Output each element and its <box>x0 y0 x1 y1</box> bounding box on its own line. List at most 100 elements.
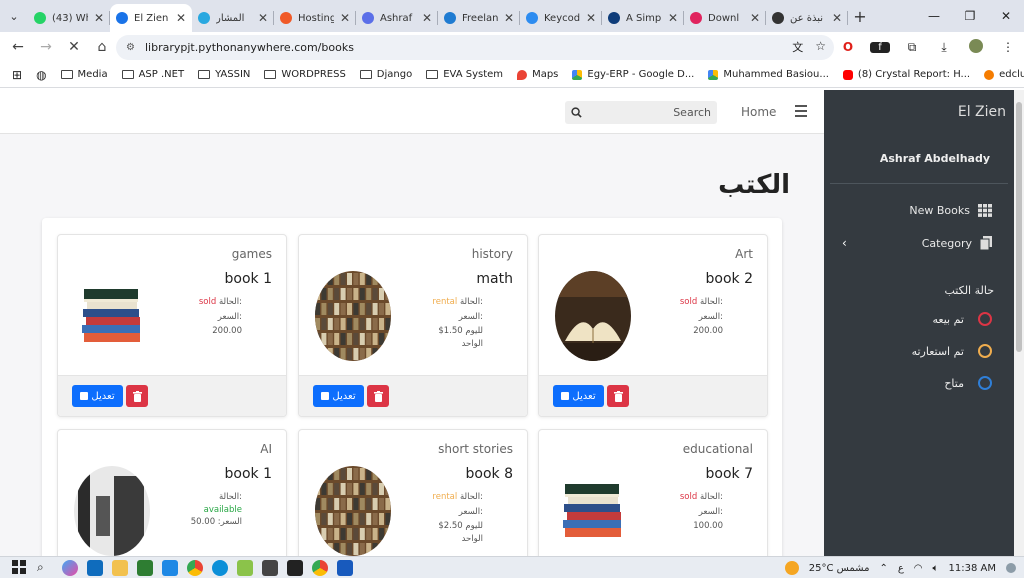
weather-text[interactable]: 25°C مشمس <box>809 563 870 574</box>
word-icon[interactable] <box>337 559 353 576</box>
sidebar-brand[interactable]: El Zien <box>958 104 1006 120</box>
browser-tab[interactable]: Keycod ✕ <box>520 4 602 32</box>
delete-button[interactable] <box>607 385 629 407</box>
site-info-icon[interactable]: ⚙ <box>126 42 135 53</box>
chrome-icon[interactable] <box>187 559 203 576</box>
copilot-icon[interactable] <box>62 559 78 576</box>
hamburger-menu-icon[interactable] <box>795 105 807 120</box>
bookmark-item[interactable]: Maps <box>517 69 558 80</box>
browser-tab[interactable]: المشار ✕ <box>192 4 274 32</box>
bookmark-item[interactable]: ASP .NET <box>121 69 184 80</box>
volume-icon[interactable]: 🔈︎ <box>933 563 939 574</box>
tab-search-icon[interactable]: ⌄ <box>0 4 28 28</box>
bookmark-star-icon[interactable]: ☆ <box>815 39 826 55</box>
close-tab-icon[interactable]: ✕ <box>750 11 760 25</box>
bookmark-label: Maps <box>532 69 559 80</box>
book-title[interactable]: book 8 <box>466 466 513 482</box>
edit-label: تعديل <box>332 390 356 402</box>
app-icon[interactable] <box>137 559 153 576</box>
notification-icon[interactable] <box>1006 563 1016 573</box>
close-tab-icon[interactable]: ✕ <box>340 11 350 25</box>
vscode-icon[interactable] <box>162 559 178 576</box>
delete-button[interactable] <box>367 385 389 407</box>
terminal-icon[interactable] <box>287 559 303 576</box>
translate-icon[interactable]: 文 <box>792 39 803 55</box>
browser-tab[interactable]: Freelan ✕ <box>438 4 520 32</box>
bookmark-item[interactable]: EVA System <box>426 69 503 80</box>
network-icon[interactable]: ◠ <box>914 563 923 574</box>
stop-loading-icon[interactable]: ✕ <box>60 33 88 61</box>
sidebar-item-category[interactable]: Category <box>922 236 992 250</box>
language-indicator[interactable]: ع <box>898 563 904 574</box>
opera-extension-icon[interactable]: O <box>838 40 858 54</box>
close-tab-icon[interactable]: ✕ <box>504 11 514 25</box>
close-tab-icon[interactable]: ✕ <box>176 11 186 25</box>
home-link[interactable]: Home <box>741 105 776 119</box>
browser-tab[interactable]: نبذة عن ✕ <box>766 4 848 32</box>
edit-button[interactable]: تعديل <box>313 385 364 407</box>
book-title[interactable]: book 7 <box>706 466 753 482</box>
globe-icon[interactable]: ◍ <box>36 68 46 82</box>
sidebar-item-new-books[interactable]: New Books <box>909 204 992 217</box>
chevron-up-icon[interactable]: ⌃ <box>879 563 887 574</box>
bookmark-item[interactable]: (8) Crystal Report: H... <box>842 69 970 80</box>
close-tab-icon[interactable]: ✕ <box>586 11 596 25</box>
delete-button[interactable] <box>126 385 148 407</box>
bookmark-item[interactable]: YASSIN <box>198 69 250 80</box>
outlook-icon[interactable] <box>87 559 103 576</box>
browser-tab[interactable]: El Zien ✕ <box>110 4 192 32</box>
browser-tab[interactable]: Downl ✕ <box>684 4 766 32</box>
extension-f-icon[interactable]: f <box>870 41 890 53</box>
edit-button[interactable]: تعديل <box>72 385 123 407</box>
browser-tab[interactable]: Ashraf ✕ <box>356 4 438 32</box>
close-tab-icon[interactable]: ✕ <box>258 11 268 25</box>
close-tab-icon[interactable]: ✕ <box>832 11 842 25</box>
page-scrollbar[interactable] <box>1014 90 1024 556</box>
book-title[interactable]: book 1 <box>225 271 272 287</box>
chevron-left-icon[interactable]: ‹ <box>842 236 847 250</box>
new-tab-button[interactable]: + <box>848 7 872 26</box>
bookmark-item[interactable]: Egy-ERP - Google D... <box>572 69 694 80</box>
forward-icon[interactable]: → <box>32 33 60 61</box>
restore-icon[interactable]: ❐ <box>952 0 988 32</box>
close-tab-icon[interactable]: ✕ <box>668 11 678 25</box>
browser-tab[interactable]: A Simp ✕ <box>602 4 684 32</box>
browser-tab[interactable]: (43) Wh ✕ <box>28 4 110 32</box>
book-title[interactable]: book 1 <box>225 466 272 482</box>
close-tab-icon[interactable]: ✕ <box>94 11 104 25</box>
app-icon[interactable] <box>262 559 278 576</box>
chrome-icon[interactable] <box>312 559 328 576</box>
downloads-icon[interactable]: ⤓ <box>934 40 954 55</box>
bookmark-item[interactable]: WORDPRESS <box>264 69 346 80</box>
apps-grid-icon[interactable]: ⊞ <box>12 68 22 82</box>
edge-icon[interactable] <box>212 559 228 576</box>
home-icon[interactable]: ⌂ <box>88 33 116 61</box>
extensions-icon[interactable]: ⧉ <box>902 40 922 55</box>
file-explorer-icon[interactable] <box>112 559 128 576</box>
tab-favicon-icon <box>34 12 46 24</box>
bookmark-item[interactable]: edclub <box>984 69 1024 80</box>
browser-tab[interactable]: Hosting ✕ <box>274 4 356 32</box>
clock[interactable]: 11:38 AM <box>949 563 996 574</box>
windows-start-icon[interactable] <box>12 559 28 576</box>
bookmark-item[interactable]: Muhammed Basiou... <box>708 69 829 80</box>
bookmark-item[interactable]: Media <box>60 69 108 80</box>
address-bar[interactable]: ⚙ librarypjt.pythonanywhere.com/books 文 … <box>116 35 834 60</box>
bookmark-item[interactable]: Django <box>359 69 412 80</box>
profile-avatar[interactable] <box>966 38 986 56</box>
weather-icon[interactable] <box>784 561 799 575</box>
menu-kebab-icon[interactable]: ⋮ <box>998 40 1018 54</box>
search-input[interactable]: Search <box>565 101 717 124</box>
book-status-label: الحالة: <box>459 297 483 307</box>
close-tab-icon[interactable]: ✕ <box>422 11 432 25</box>
book-title[interactable]: math <box>476 271 513 287</box>
back-icon[interactable]: ← <box>4 33 32 61</box>
book-title[interactable]: book 2 <box>706 271 753 287</box>
sidebar: El Zien Ashraf Abdelhady New Books Categ… <box>824 90 1014 556</box>
close-window-icon[interactable]: ✕ <box>988 0 1024 32</box>
tab-favicon-icon <box>608 12 620 24</box>
search-icon[interactable]: ⌕ <box>37 560 53 576</box>
minimize-icon[interactable]: — <box>916 0 952 32</box>
edit-button[interactable]: تعديل <box>553 385 604 407</box>
notepad-icon[interactable] <box>237 559 253 576</box>
